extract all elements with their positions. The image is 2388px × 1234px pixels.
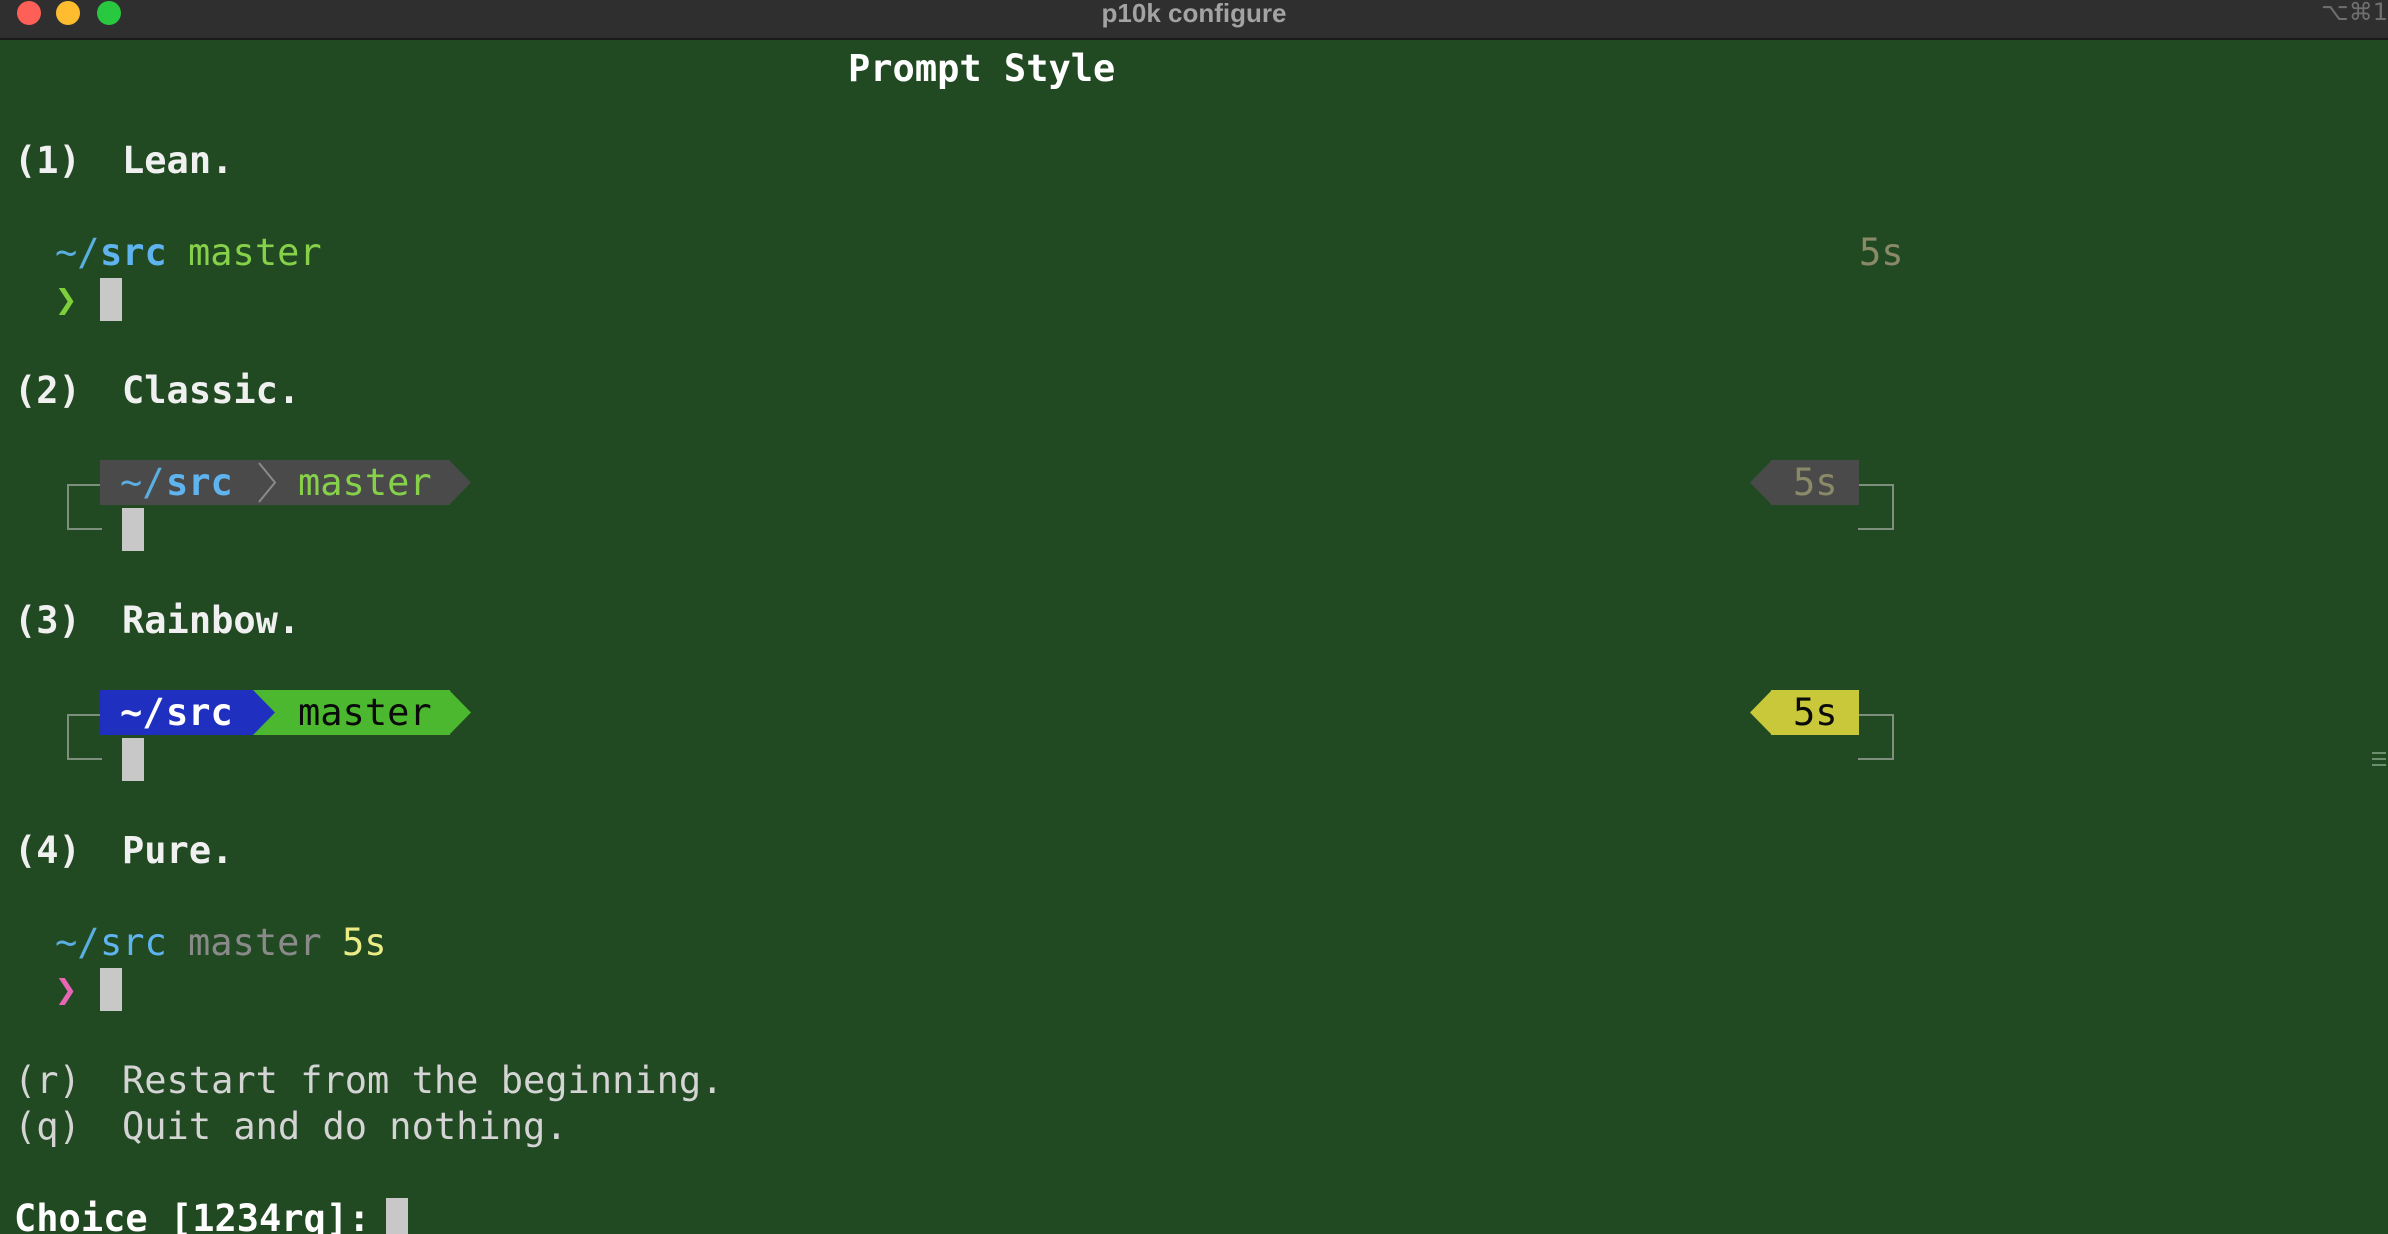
rainbow-right-frame: [1858, 714, 1894, 760]
rainbow-preview-tilde: ~/: [120, 691, 165, 734]
rainbow-preview-branch: master: [298, 691, 432, 734]
classic-separator-icon: [258, 462, 277, 503]
option-key-4: (4): [14, 829, 81, 872]
option-key-3: (3): [14, 599, 81, 642]
classic-preview-duration: 5s: [1793, 461, 1838, 504]
pure-preview-tilde: ~/: [55, 921, 100, 964]
option-label-restart[interactable]: Restart from the beginning.: [122, 1058, 723, 1104]
window-title-bar: p10k configure ⌥⌘1: [0, 0, 2388, 40]
pure-preview-cursor: [100, 968, 122, 1011]
pure-preview-branch: master: [188, 921, 322, 964]
rainbow-preview-dir: src: [166, 691, 233, 734]
option-label-quit[interactable]: Quit and do nothing.: [122, 1104, 568, 1150]
classic-segment-end-icon: [449, 460, 471, 505]
lean-prompt-char: ❯: [55, 278, 78, 321]
option-label-lean[interactable]: Lean.: [122, 138, 233, 184]
classic-preview-branch: master: [298, 461, 432, 504]
lean-preview-tilde: ~/: [55, 231, 100, 274]
classic-preview-dir: src: [166, 461, 233, 504]
pure-preview-dir: src: [100, 921, 167, 964]
classic-left-frame: [67, 484, 102, 530]
pure-prompt-char: ❯: [55, 968, 78, 1011]
classic-preview-cursor: [122, 508, 144, 551]
classic-preview-tilde: ~/: [120, 461, 165, 504]
resize-grip-icon[interactable]: [2372, 752, 2386, 766]
window-shortcut: ⌥⌘1: [2321, 0, 2388, 26]
option-key-q: (q): [14, 1105, 81, 1148]
lean-preview-duration: 5s: [1859, 231, 1904, 274]
option-key-r: (r): [14, 1059, 81, 1102]
choice-input-cursor[interactable]: [386, 1198, 408, 1234]
option-key-1: (1): [14, 139, 81, 182]
option-label-pure[interactable]: Pure.: [122, 828, 233, 874]
rainbow-right-segment-start-icon: [1750, 690, 1772, 735]
classic-right-segment-start-icon: [1750, 460, 1772, 505]
rainbow-dir-separator-icon: [253, 690, 277, 735]
rainbow-segment-end-icon: [449, 690, 471, 735]
window-title: p10k configure: [1101, 0, 1287, 28]
option-label-classic[interactable]: Classic.: [122, 368, 300, 414]
lean-preview-dir: src: [100, 231, 167, 274]
option-label-rainbow[interactable]: Rainbow.: [122, 598, 300, 644]
rainbow-left-frame: [67, 714, 102, 760]
rainbow-preview-cursor: [122, 738, 144, 781]
lean-preview-cursor: [100, 278, 122, 321]
classic-right-frame: [1858, 484, 1894, 530]
option-key-2: (2): [14, 369, 81, 412]
lean-preview-branch: master: [188, 231, 322, 274]
choice-prompt: Choice [1234rq]:: [14, 1197, 393, 1234]
rainbow-preview-duration: 5s: [1793, 691, 1838, 734]
page-title: Prompt Style: [848, 47, 1116, 90]
pure-preview-duration: 5s: [342, 921, 387, 964]
